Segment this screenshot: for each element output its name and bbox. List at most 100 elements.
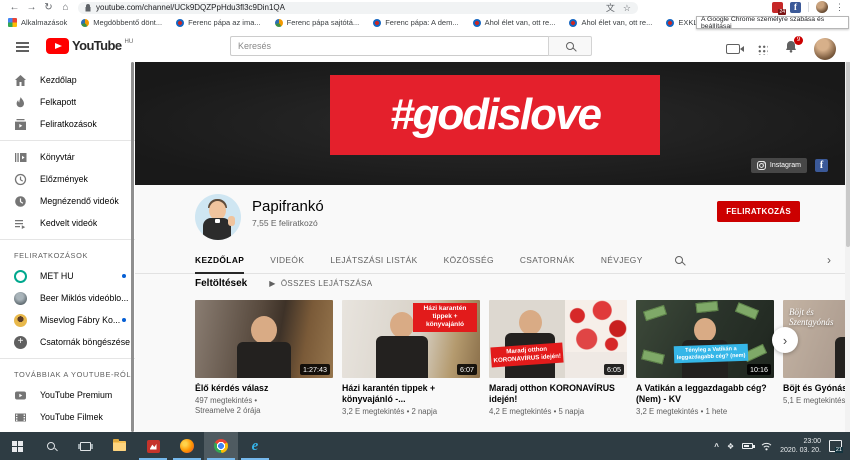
person-body: [237, 342, 291, 378]
instagram-link[interactable]: Instagram: [751, 158, 807, 173]
video-title[interactable]: Élő kérdés válasz: [195, 383, 333, 394]
video-card[interactable]: 1:27:43 Élő kérdés válasz 497 megtekinté…: [195, 300, 333, 432]
browser-nav-row: ← → ↻ ⌂ youtube.com/channel/UCk9DQZPpHdu…: [0, 0, 850, 15]
video-thumbnail[interactable]: 1:27:43: [195, 300, 333, 378]
play-all-button[interactable]: ▶ ÖSSZES LEJÁTSZÁSA: [269, 279, 372, 288]
video-title[interactable]: Házi karantén tippek + könyvajánló -...: [342, 383, 480, 405]
carousel-next-button[interactable]: ›: [772, 327, 798, 353]
address-bar[interactable]: youtube.com/channel/UCk9DQZPpHdu3fl3c9Di…: [78, 2, 638, 14]
video-thumbnail[interactable]: Maradj otthon KORONAVÍRUS idején! 6:05: [489, 300, 627, 378]
bookmark-item[interactable]: Ferenc pápa az ima...: [176, 18, 261, 27]
edge-icon: e: [252, 439, 259, 453]
sidebar-scrollbar[interactable]: [131, 62, 134, 432]
sidebar-item-kedvelt[interactable]: Kedvelt videók: [0, 212, 135, 234]
channel-search-icon[interactable]: [675, 256, 683, 264]
chrome-button[interactable]: [204, 432, 238, 460]
tab-videok[interactable]: VIDEÓK: [270, 247, 304, 274]
battery-icon[interactable]: [742, 443, 753, 449]
account-avatar[interactable]: [814, 38, 836, 60]
firefox-button[interactable]: [170, 432, 204, 460]
edge-button[interactable]: e: [238, 432, 272, 460]
channel-avatar[interactable]: [195, 194, 241, 240]
home-icon[interactable]: ⌂: [57, 1, 74, 14]
scrollbar-thumb[interactable]: [846, 32, 850, 247]
sidebar-item-premium[interactable]: YouTube Premium: [0, 384, 135, 406]
search-input[interactable]: [230, 36, 548, 56]
bookmark-item[interactable]: Ahol élet van, ott re...: [473, 18, 556, 27]
thumbnail-text-overlay: Böjt és Szentgyónás: [789, 308, 845, 328]
youtube-apps-icon[interactable]: [757, 44, 768, 55]
video-card[interactable]: Házi karantén tippek + könyvajánló 6:07 …: [342, 300, 480, 432]
subscriptions-icon: [14, 118, 27, 131]
forward-icon[interactable]: →: [23, 1, 40, 14]
bookmark-apps[interactable]: Alkalmazások: [8, 18, 67, 27]
sidebar-item-kezdolap[interactable]: Kezdőlap: [0, 69, 135, 91]
sidebar-subscription-misevlog[interactable]: Misevlog Fábry Ko...: [0, 309, 135, 331]
sidebar-subscription-methu[interactable]: MET HU: [0, 265, 135, 287]
virus-graphic: [565, 300, 627, 352]
video-meta: 4,2 E megtekintés • 5 napja: [489, 407, 627, 417]
video-title[interactable]: Böjt és Gyónás: [783, 383, 845, 394]
facebook-extension-icon[interactable]: f: [790, 2, 801, 13]
start-button[interactable]: [0, 432, 34, 460]
history-icon: [14, 173, 27, 186]
tray-expand-icon[interactable]: ^: [714, 442, 719, 451]
taskbar-app-red[interactable]: [136, 432, 170, 460]
browser-menu-icon[interactable]: ⋮: [835, 2, 844, 12]
padlock-icon: [85, 4, 91, 12]
task-view-button[interactable]: [68, 432, 102, 460]
video-title[interactable]: Maradj otthon KORONAVÍRUS idején!: [489, 383, 627, 405]
create-video-icon[interactable]: [726, 44, 740, 54]
taskbar-clock[interactable]: 23:00 2020. 03. 20.: [780, 437, 821, 456]
tab-nevjegy[interactable]: NÉVJEGY: [601, 247, 643, 274]
video-thumbnail[interactable]: Tényleg a Vatikán a leggazdagabb cég? (n…: [636, 300, 774, 378]
tabs-overflow-chevron-icon[interactable]: ›: [827, 253, 831, 267]
video-card[interactable]: Tényleg a Vatikán a leggazdagabb cég? (n…: [636, 300, 774, 432]
bookmark-item[interactable]: Megdöbbentő dönt...: [81, 18, 162, 27]
extension-icon[interactable]: 24: [772, 2, 783, 13]
video-thumbnail[interactable]: Házi karantén tippek + könyvajánló 6:07: [342, 300, 480, 378]
tab-kezdolap[interactable]: KEZDŐLAP: [195, 247, 244, 274]
plus-icon: +: [14, 336, 27, 349]
reload-icon[interactable]: ↻: [40, 1, 57, 14]
sidebar-item-elozmenyek[interactable]: Előzmények: [0, 168, 135, 190]
sidebar-subscription-beer[interactable]: Beer Miklós videóblo...: [0, 287, 135, 309]
video-card[interactable]: Maradj otthon KORONAVÍRUS idején! 6:05 M…: [489, 300, 627, 432]
youtube-logo[interactable]: YouTube HU: [46, 38, 133, 54]
notifications-bell[interactable]: 9: [785, 40, 797, 58]
action-center-icon[interactable]: 21: [829, 440, 842, 452]
page-scrollbar[interactable]: [845, 30, 850, 432]
subscribe-button[interactable]: FELIRATKOZÁS: [717, 201, 800, 222]
search-button[interactable]: [548, 36, 592, 56]
video-duration: 10:16: [747, 364, 771, 375]
hamburger-menu-icon[interactable]: [16, 42, 29, 54]
subscriber-count: 7,55 E feliratkozó: [252, 218, 318, 228]
url-text[interactable]: youtube.com/channel/UCk9DQZPpHdu3fl3c9Di…: [96, 3, 285, 12]
translate-icon[interactable]: 文: [606, 3, 615, 13]
sidebar-item-konyvtar[interactable]: Könyvtár: [0, 146, 135, 168]
file-explorer-button[interactable]: [102, 432, 136, 460]
tab-csatornak[interactable]: CSATORNÁK: [520, 247, 575, 274]
dropbox-tray-icon[interactable]: ❖: [727, 442, 734, 451]
sidebar-browse-channels[interactable]: + Csatornák böngészése: [0, 331, 135, 353]
person-face: [519, 310, 542, 335]
bookmark-item[interactable]: Ferenc pápa sajtótá...: [275, 18, 360, 27]
sidebar-item-felkapott[interactable]: Felkapott: [0, 91, 135, 113]
facebook-link[interactable]: f: [815, 159, 828, 172]
tab-lejatszasi-listak[interactable]: LEJÁTSZÁSI LISTÁK: [330, 247, 417, 274]
bookmark-item[interactable]: Ahol élet van, ott re...: [569, 18, 652, 27]
tab-kozosseg[interactable]: KÖZÖSSÉG: [444, 247, 494, 274]
back-icon[interactable]: ←: [6, 1, 23, 14]
bookmark-star-icon[interactable]: ☆: [623, 3, 631, 13]
sidebar-item-megnezendo[interactable]: Megnézendő videók: [0, 190, 135, 212]
sidebar-item-filmek[interactable]: YouTube Filmek: [0, 406, 135, 428]
video-title[interactable]: A Vatikán a leggazdagabb cég? (Nem) - KV: [636, 383, 774, 405]
taskbar-search-button[interactable]: [34, 432, 68, 460]
sidebar-item-feliratkozasok[interactable]: Feliratkozások: [0, 113, 135, 135]
wifi-icon[interactable]: [761, 442, 772, 451]
browser-profile-avatar[interactable]: [816, 1, 828, 13]
bookmark-item[interactable]: Ferenc pápa: A dem...: [373, 18, 458, 27]
banner-text: #godislove: [390, 90, 600, 140]
person-face: [694, 318, 716, 342]
video-card[interactable]: Böjt és Szentgyónás 7:24 Böjt és Gyónás …: [783, 300, 845, 432]
